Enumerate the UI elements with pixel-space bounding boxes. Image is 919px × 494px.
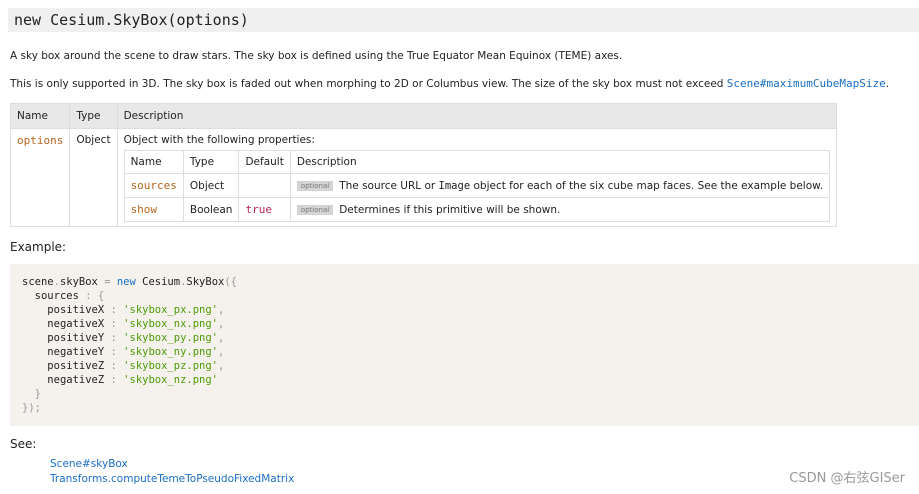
code-line-8: negativeZ : 'skybox_nz.png' (22, 373, 907, 387)
code-token: Cesium (135, 276, 181, 288)
code-token: 'skybox_nx.png' (123, 318, 218, 330)
code-line-1: scene.skyBox = new Cesium.SkyBox({ (22, 275, 907, 289)
code-token: positiveX (47, 304, 105, 316)
options-properties-table: Name Type Default Description sources Ob… (123, 150, 831, 222)
header-description: Description (116, 103, 838, 129)
page-title: new Cesium.SkyBox(options) (8, 8, 919, 32)
code-line-3: positiveX : 'skybox_px.png', (22, 303, 907, 317)
property-description: optional The source URL or Image object f… (289, 173, 831, 198)
scene-skybox-link[interactable]: Scene#skyBox (50, 457, 294, 472)
optional-badge: optional (296, 180, 334, 191)
property-desc-text-end: object for each of the six cube map face… (470, 179, 824, 192)
code-token: : (104, 374, 124, 386)
table-row: show Boolean true optional Determines if … (123, 197, 831, 222)
code-line-4: negativeX : 'skybox_nx.png', (22, 317, 907, 331)
code-token: skyBox (59, 276, 98, 288)
sub-header-default: Default (238, 150, 291, 174)
code-token: , (218, 332, 225, 344)
param-type: Object (69, 128, 118, 227)
code-line-6: negativeY : 'skybox_ny.png', (22, 345, 907, 359)
code-token: negativeX (47, 318, 105, 330)
code-token: = (97, 276, 117, 288)
property-type: Object (182, 173, 240, 198)
code-token: : (104, 304, 124, 316)
optional-badge: optional (296, 204, 334, 215)
code-token: } (34, 388, 41, 400)
code-token: ({ (224, 276, 237, 288)
code-token: negativeY (47, 346, 105, 358)
code-token: 'skybox_pz.png' (123, 360, 218, 372)
table-row: options Object Object with the following… (9, 128, 838, 227)
code-token: SkyBox (186, 276, 225, 288)
code-token: : (104, 360, 124, 372)
param-name: options (9, 128, 71, 227)
property-default (238, 173, 291, 198)
code-token: negativeZ (47, 374, 105, 386)
property-desc-text: The source URL or (339, 179, 439, 192)
code-token: positiveY (47, 332, 105, 344)
see-heading: See: (10, 437, 37, 451)
property-default: true (238, 197, 291, 222)
code-token: 'skybox_nz.png' (123, 374, 218, 386)
sub-header-name: Name (123, 150, 184, 174)
scene-maximum-cube-map-size-link[interactable]: Scene#maximumCubeMapSize (727, 77, 886, 90)
code-line-9: } (22, 387, 907, 401)
property-name: show (123, 197, 184, 222)
code-token: new (116, 276, 136, 288)
code-token: { (97, 290, 105, 302)
property-type: Boolean (182, 197, 240, 222)
code-token: 'skybox_ny.png' (123, 346, 218, 358)
code-token: positiveZ (47, 360, 105, 372)
code-token: : (78, 290, 98, 302)
code-token: , (218, 346, 225, 358)
watermark: CSDN @右弦GISer (789, 471, 905, 486)
code-token: , (218, 318, 225, 330)
table-row: sources Object optional The source URL or… (123, 173, 831, 198)
property-desc-text: Determines if this primitive will be sho… (339, 203, 561, 216)
parameters-table: Name Type Description options Object Obj… (9, 103, 838, 227)
description-line-1: A sky box around the scene to draw stars… (10, 50, 623, 62)
header-name: Name (9, 103, 71, 129)
code-line-2: sources : { (22, 289, 907, 303)
header-type: Type (69, 103, 118, 129)
code-token: }); (22, 402, 41, 414)
sub-header-description: Description (289, 150, 831, 174)
description-end: . (885, 78, 890, 90)
property-description: optional Determines if this primitive wil… (289, 197, 831, 222)
code-line-5: positiveY : 'skybox_py.png', (22, 331, 907, 345)
code-token: : (104, 318, 124, 330)
property-name: sources (123, 173, 184, 198)
see-links: Scene#skyBox Transforms.computeTemeToPse… (50, 457, 294, 487)
code-token: 'skybox_py.png' (123, 332, 218, 344)
param-description-text: Object with the following properties: (123, 134, 315, 146)
code-line-7: positiveZ : 'skybox_pz.png', (22, 359, 907, 373)
example-code-block: scene.skyBox = new Cesium.SkyBox({ sourc… (10, 264, 919, 426)
code-token: sources (34, 290, 79, 302)
param-description: Object with the following properties: Na… (116, 128, 838, 227)
code-token: : (104, 332, 124, 344)
code-token: , (218, 360, 225, 372)
code-token: scene (22, 276, 54, 288)
code-token: : (104, 346, 124, 358)
description-line-2: This is only supported in 3D. The sky bo… (10, 77, 889, 90)
code-line-10: }); (22, 401, 907, 415)
example-heading: Example: (10, 240, 67, 254)
code-token: 'skybox_px.png' (123, 304, 218, 316)
sub-header-type: Type (182, 150, 240, 174)
property-desc-code: Image (438, 179, 471, 192)
compute-teme-link[interactable]: Transforms.computeTemeToPseudoFixedMatri… (50, 472, 294, 487)
description-text: This is only supported in 3D. The sky bo… (10, 78, 727, 90)
code-token: , (218, 304, 225, 316)
